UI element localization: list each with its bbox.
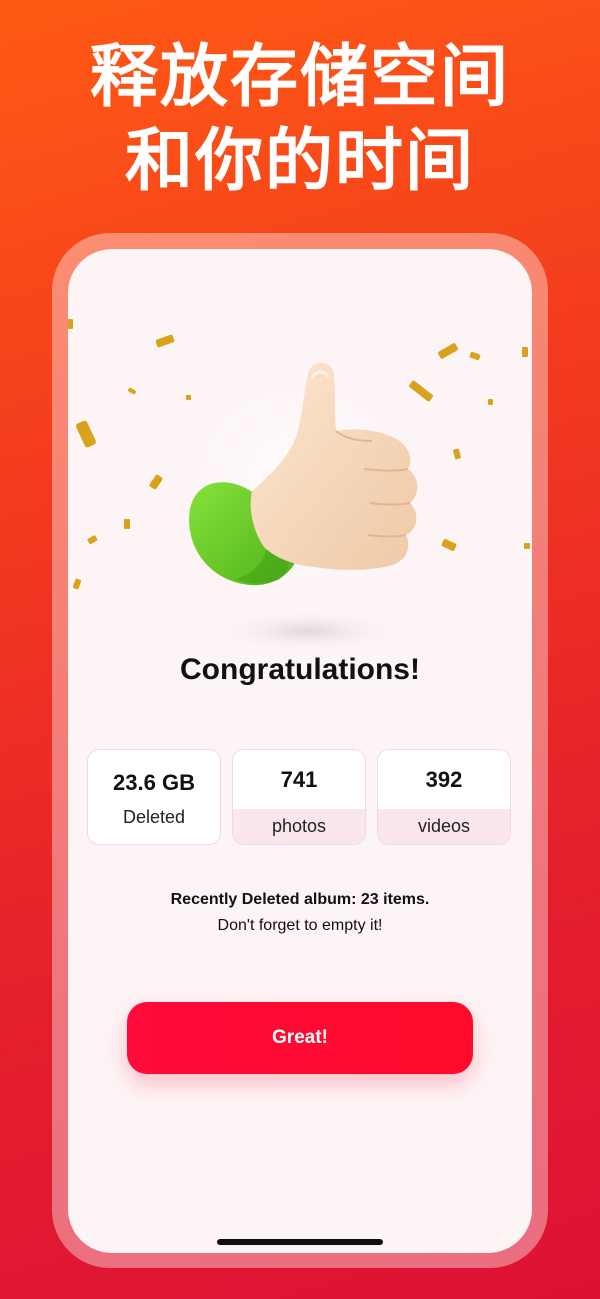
headline-line-1: 释放存储空间	[89, 38, 510, 117]
stat-card-photos: 741 photos	[232, 749, 366, 845]
phone-frame: Congratulations! 23.6 GB Deleted 741 pho…	[52, 233, 548, 1268]
photos-count-label: photos	[271, 816, 327, 836]
congratulations-title: Congratulations!	[180, 653, 420, 686]
videos-count-value: 392	[425, 767, 463, 792]
empty-reminder-note: Don't forget to empty it!	[217, 917, 383, 934]
home-indicator[interactable]	[217, 1239, 383, 1245]
marketing-headline: 释放存储空间 和你的时间	[0, 36, 600, 204]
stat-card-deleted: 23.6 GB Deleted	[87, 749, 221, 845]
phone-screen: Congratulations! 23.6 GB Deleted 741 pho…	[68, 249, 532, 1253]
thumbs-up-illustration	[68, 309, 532, 669]
deleted-size-label: Deleted	[122, 807, 186, 827]
stat-card-videos: 392 videos	[377, 749, 511, 845]
headline-line-2: 和你的时间	[124, 122, 475, 201]
videos-count-label: videos	[417, 816, 471, 836]
great-button[interactable]: Great!	[127, 1002, 473, 1074]
photos-count-value: 741	[280, 767, 318, 792]
thumbs-up-icon	[68, 319, 530, 653]
deleted-size-value: 23.6 GB	[113, 770, 195, 795]
recently-deleted-note: Recently Deleted album: 23 items.	[170, 891, 430, 908]
